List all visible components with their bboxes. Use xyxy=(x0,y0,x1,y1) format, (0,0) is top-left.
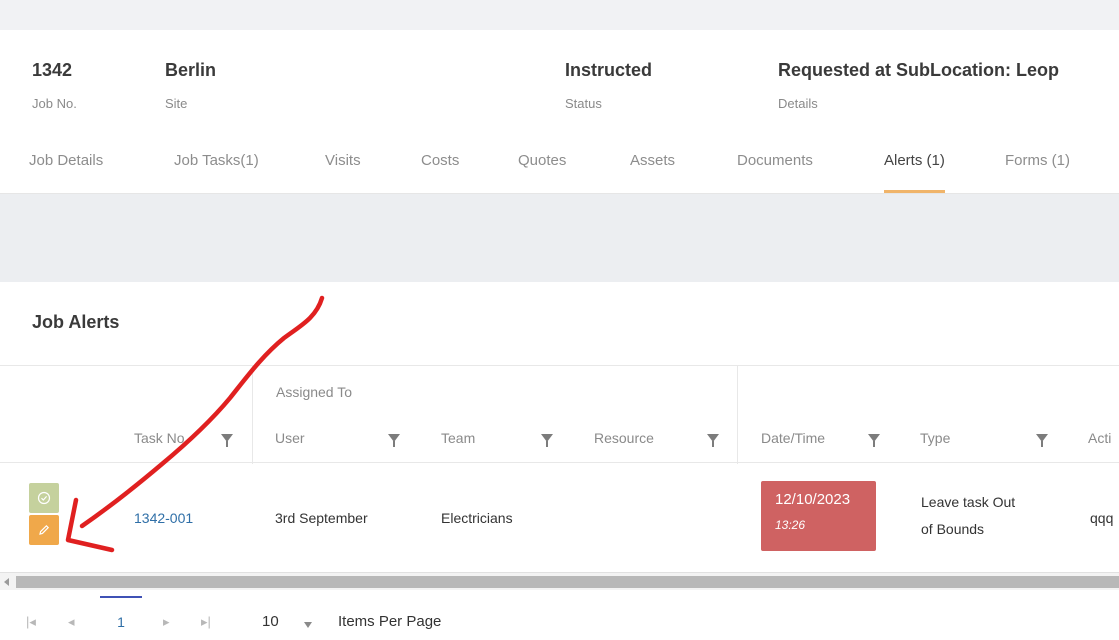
tab-assets[interactable]: Assets xyxy=(630,148,675,174)
summary-status: Instructed Status xyxy=(565,58,652,112)
col-header-team[interactable]: Team xyxy=(441,429,475,447)
status-value: Instructed xyxy=(565,60,653,80)
horizontal-scrollbar[interactable] xyxy=(0,572,1119,590)
col-header-resource[interactable]: Resource xyxy=(594,429,654,447)
job-tabs: Job Details Job Tasks(1) Visits Costs Qu… xyxy=(0,148,1119,194)
tab-job-details[interactable]: Job Details xyxy=(29,148,103,174)
grid-header-row: Task No. User Team Resource Date/Time Ty… xyxy=(0,415,1119,463)
job-no-label: Job No. xyxy=(32,96,77,111)
col-header-user[interactable]: User xyxy=(275,429,305,447)
col-header-task-no[interactable]: Task No. xyxy=(134,429,188,447)
team-filter-icon[interactable] xyxy=(541,434,553,447)
check-circle-icon xyxy=(37,491,51,505)
scroll-left-icon[interactable] xyxy=(4,578,9,586)
alert-date: 12/10/2023 xyxy=(775,491,851,508)
col-header-action[interactable]: Acti xyxy=(1088,429,1111,447)
summary-job-no: 1342 Job No. xyxy=(32,58,77,112)
job-no-value: 1342 xyxy=(32,60,73,80)
tab-job-tasks[interactable]: Job Tasks(1) xyxy=(174,148,259,174)
team-cell: Electricians xyxy=(441,510,513,526)
col-header-type[interactable]: Type xyxy=(920,429,950,447)
page-number-button[interactable]: 1 xyxy=(100,596,142,630)
pencil-icon xyxy=(39,524,50,535)
pager: |◂ ◂ 1 ▸ ▸| 10 Items Per Page xyxy=(0,596,1119,640)
tab-forms[interactable]: Forms (1) xyxy=(1005,148,1070,174)
site-label: Site xyxy=(165,96,188,111)
details-label: Details xyxy=(778,96,818,111)
section-title: Job Alerts xyxy=(32,312,120,332)
first-page-icon[interactable]: |◂ xyxy=(26,614,36,630)
edit-button[interactable] xyxy=(29,515,59,545)
action-cell: qqq xyxy=(1090,510,1114,526)
scroll-thumb[interactable] xyxy=(16,576,1119,588)
tab-visits[interactable]: Visits xyxy=(325,148,361,174)
col-header-date-time[interactable]: Date/Time xyxy=(761,429,825,447)
details-value: Requested at SubLocation: Leop xyxy=(778,60,1060,80)
table-row: 1342-001 3rd September Electricians 12/1… xyxy=(0,463,1119,573)
site-value: Berlin xyxy=(165,60,217,80)
top-strip xyxy=(0,0,1119,30)
chevron-down-icon[interactable] xyxy=(304,622,312,628)
items-per-page-label: Items Per Page xyxy=(338,613,442,630)
page-size-select[interactable]: 10 xyxy=(262,613,279,630)
summary-site: Berlin Site xyxy=(165,58,216,112)
task-no-link[interactable]: 1342-001 xyxy=(134,509,193,527)
resource-filter-icon[interactable] xyxy=(707,434,719,447)
tab-costs[interactable]: Costs xyxy=(421,148,459,174)
type-line-1: Leave task Out xyxy=(921,494,1016,510)
alert-time: 13:26 xyxy=(775,518,806,532)
type-line-2: of Bounds xyxy=(921,521,985,537)
summary-details: Requested at SubLocation: Leop Details xyxy=(778,58,1059,112)
content-banner xyxy=(0,194,1119,282)
tab-alerts[interactable]: Alerts (1) xyxy=(884,148,945,193)
user-filter-icon[interactable] xyxy=(388,434,400,447)
date-time-badge: 12/10/2023 13:26 xyxy=(761,481,876,551)
next-page-icon[interactable]: ▸ xyxy=(163,614,170,630)
approve-button[interactable] xyxy=(29,483,59,513)
user-cell: 3rd September xyxy=(275,510,368,526)
task-no-filter-icon[interactable] xyxy=(221,434,233,447)
job-summary: 1342 Job No. Berlin Site Instructed Stat… xyxy=(0,58,1119,128)
tab-quotes[interactable]: Quotes xyxy=(518,148,566,174)
grid-group-header-row: Assigned To xyxy=(0,365,1119,464)
tab-documents[interactable]: Documents xyxy=(737,148,813,174)
status-label: Status xyxy=(565,96,602,111)
prev-page-icon[interactable]: ◂ xyxy=(68,614,75,630)
date-time-filter-icon[interactable] xyxy=(868,434,880,447)
type-filter-icon[interactable] xyxy=(1036,434,1048,447)
assigned-to-header: Assigned To xyxy=(276,384,353,400)
last-page-icon[interactable]: ▸| xyxy=(201,614,211,630)
